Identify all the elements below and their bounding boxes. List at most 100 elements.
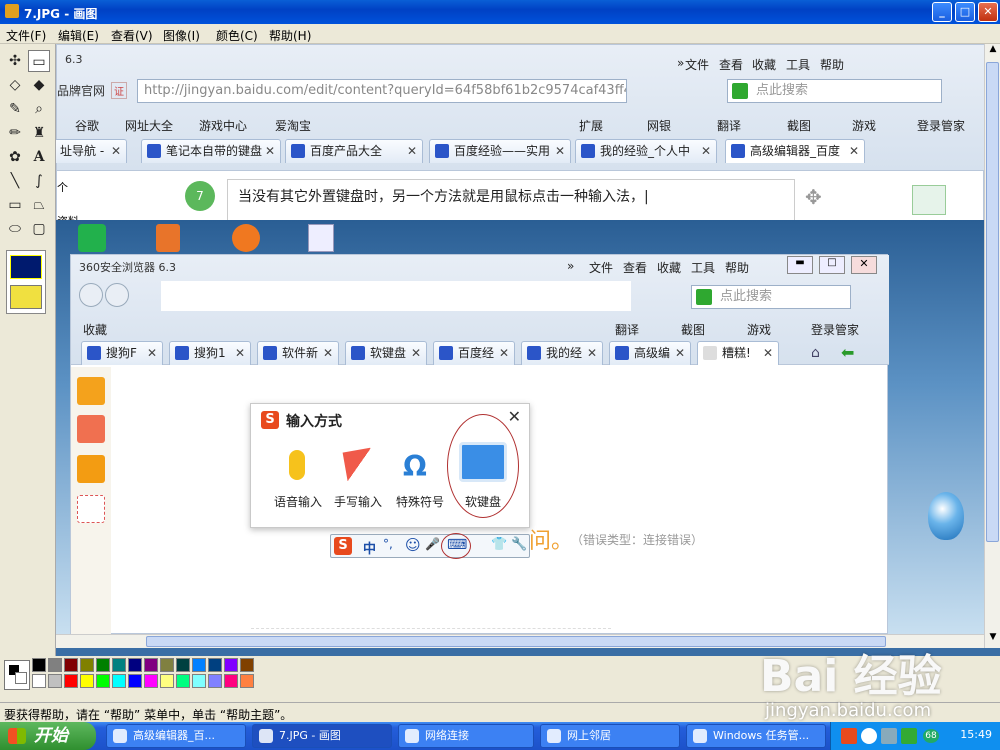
palette-swatch[interactable] [176, 658, 190, 672]
front-menu-more[interactable]: » [567, 259, 574, 273]
palette-swatch[interactable] [128, 674, 142, 688]
front-tab-2[interactable]: 搜狗1 ✕ [169, 341, 251, 365]
palette-swatch[interactable] [48, 674, 62, 688]
option-voice-input[interactable]: 语音输入 [266, 493, 330, 510]
menu-view[interactable]: 查看(V) [111, 27, 153, 44]
back-menu-favorites[interactable]: 收藏 [752, 56, 776, 73]
favorite-star-icon[interactable] [77, 377, 105, 405]
ellipse-icon[interactable]: ⬭ [4, 218, 26, 240]
rounded-rect-icon[interactable]: ▢ [28, 218, 50, 240]
paint-canvas[interactable]: 6.3 » 文件 查看 收藏 工具 帮助 品牌官网 证 http://jingy… [56, 44, 984, 634]
home-icon[interactable]: ⌂ [811, 345, 820, 361]
popup-close-button[interactable]: ✕ [508, 407, 521, 426]
option-handwriting[interactable]: 手写输入 [326, 493, 390, 510]
palette-swatch[interactable] [160, 658, 174, 672]
omega-symbol-icon[interactable]: Ω [403, 450, 427, 483]
back-url-bar[interactable]: http://jingyan.baidu.com/edit/content?qu… [137, 79, 627, 103]
ime-keyboard-icon[interactable]: ⌨ [447, 537, 467, 553]
brand-site-tag[interactable]: 品牌官网 [57, 82, 105, 99]
front-menu-tools[interactable]: 工具 [691, 259, 715, 276]
bm-games[interactable]: 游戏 [852, 117, 876, 134]
front-close-button[interactable]: ✕ [851, 256, 877, 274]
palette-swatch[interactable] [80, 658, 94, 672]
move-handle-icon[interactable]: ✥ [805, 185, 822, 209]
front-menu-file[interactable]: 文件 [589, 259, 613, 276]
palette-swatch[interactable] [208, 658, 222, 672]
palette-swatch[interactable] [96, 674, 110, 688]
back-tab-2[interactable]: 笔记本自带的键盘 ✕ [141, 139, 281, 163]
tray-back-icon[interactable] [861, 728, 877, 744]
free-select-icon[interactable]: ✣ [4, 50, 26, 72]
bm-url-directory[interactable]: 网址大全 [125, 117, 173, 134]
front-tab-3[interactable]: 软件新 ✕ [257, 341, 339, 365]
front-bm-games[interactable]: 游戏 [747, 321, 771, 338]
palette-swatch[interactable] [192, 658, 206, 672]
menu-edit[interactable]: 编辑(E) [58, 27, 99, 44]
option-soft-keyboard[interactable]: 软键盘 [451, 493, 515, 510]
brush-icon[interactable]: ♜ [28, 122, 50, 144]
front-bm-screenshot[interactable]: 截图 [681, 321, 705, 338]
bm-login-manager[interactable]: 登录管家 [917, 117, 965, 134]
start-button[interactable]: 开始 [0, 722, 96, 750]
airbrush-icon[interactable]: ✿ [4, 146, 26, 168]
polygon-icon[interactable]: ⏢ [28, 194, 50, 216]
email-icon[interactable] [77, 495, 105, 523]
front-minimize-button[interactable]: ▬ [787, 256, 813, 274]
shopping-icon[interactable] [77, 415, 105, 443]
task-paint[interactable]: 7.JPG - 画图 [252, 724, 392, 748]
menu-help[interactable]: 帮助(H) [269, 27, 311, 44]
tray-badge[interactable]: 68 [923, 729, 939, 743]
tray-network-icon[interactable] [881, 728, 897, 744]
ime-voice-icon[interactable]: 🎤 [425, 537, 440, 551]
step-text-editor[interactable]: 当没有其它外置键盘时，另一个方法就是用鼠标点击一种输入法，| [227, 179, 795, 223]
color-picker-icon[interactable]: ✎ [4, 98, 26, 120]
front-tab-4[interactable]: 软键盘 ✕ [345, 341, 427, 365]
front-menu-help[interactable]: 帮助 [725, 259, 749, 276]
front-menu-view[interactable]: 查看 [623, 259, 647, 276]
option-special-symbols[interactable]: 特殊符号 [388, 493, 452, 510]
weibo-icon[interactable] [77, 455, 105, 483]
menu-colors[interactable]: 颜色(C) [216, 27, 258, 44]
redacted-url-area[interactable] [161, 281, 631, 311]
palette-swatch[interactable] [48, 658, 62, 672]
back-menu-help[interactable]: 帮助 [820, 56, 844, 73]
soft-keyboard-icon[interactable] [459, 442, 507, 482]
palette-swatch[interactable] [32, 674, 46, 688]
transparent-option-icon[interactable] [10, 285, 42, 309]
eraser-icon[interactable]: ◇ [4, 74, 26, 96]
iqiyi-desktop-icon[interactable] [78, 224, 106, 252]
pencil-icon[interactable] [342, 447, 376, 483]
menu-image[interactable]: 图像(I) [163, 27, 200, 44]
close-button[interactable]: ✕ [978, 2, 998, 22]
sogou-desktop-icon[interactable] [232, 224, 260, 252]
front-tab-5[interactable]: 百度经 ✕ [433, 341, 515, 365]
back-search-box[interactable]: 点此搜索 [727, 79, 942, 103]
front-menu-favorites[interactable]: 收藏 [657, 259, 681, 276]
front-tab-8-active[interactable]: 糟糕! ✕ [697, 341, 779, 365]
front-tab-7[interactable]: 高级编 ✕ [609, 341, 691, 365]
magnifier-icon[interactable]: ⌕ [28, 98, 50, 120]
back-tab-3[interactable]: 百度产品大全 ✕ [285, 139, 423, 163]
palette-swatch[interactable] [64, 658, 78, 672]
current-colors[interactable] [4, 660, 30, 690]
scroll-up-icon[interactable]: ▲ [987, 44, 999, 58]
ime-skin-icon[interactable]: 👕 [491, 537, 507, 552]
palette-swatch[interactable] [112, 658, 126, 672]
back-tab-5[interactable]: 我的经验_个人中 ✕ [575, 139, 717, 163]
palette-swatch[interactable] [192, 674, 206, 688]
undo-close-tab-icon[interactable]: ⬅ [841, 343, 854, 362]
rect-select-icon[interactable]: ▭ [28, 50, 50, 72]
front-tab-1[interactable]: 搜狗F ✕ [81, 341, 163, 365]
tray-security-icon[interactable] [901, 728, 917, 744]
front-bm-translate[interactable]: 翻译 [615, 321, 639, 338]
bm-google[interactable]: 谷歌 [75, 117, 99, 134]
rectangle-icon[interactable]: ▭ [4, 194, 26, 216]
ime-settings-icon[interactable]: 🔧 [511, 537, 527, 552]
task-network-places[interactable]: 网上邻居 [540, 724, 680, 748]
task-network-connections[interactable]: 网络连接 [398, 724, 534, 748]
palette-swatch[interactable] [112, 674, 126, 688]
fill-icon[interactable]: ◆ [28, 74, 50, 96]
opaque-option-icon[interactable] [10, 255, 42, 279]
back-menu-tools[interactable]: 工具 [786, 56, 810, 73]
task-task-manager[interactable]: Windows 任务管... [686, 724, 826, 748]
